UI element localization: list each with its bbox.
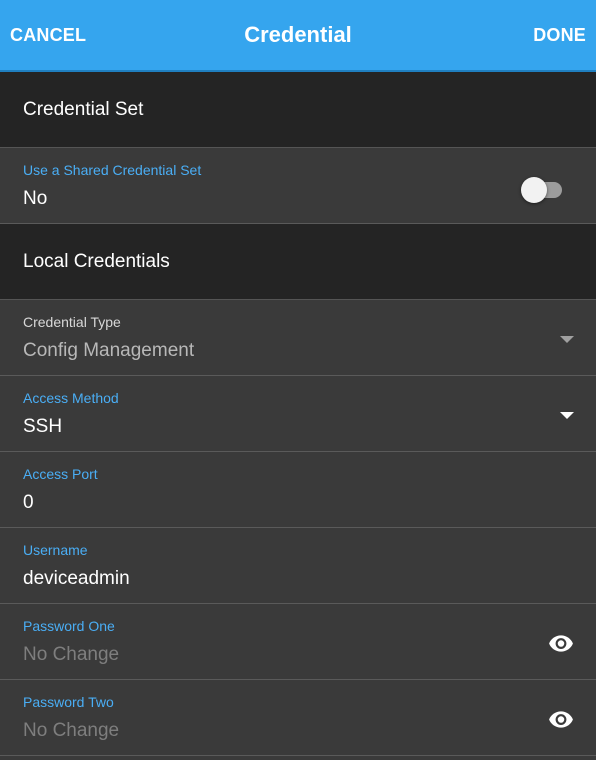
field-label: Access Port <box>23 466 98 482</box>
field-label: Password Two <box>23 694 114 710</box>
username-input[interactable]: deviceadmin <box>23 568 130 590</box>
field-value: Config Management <box>23 340 195 361</box>
access-port-input[interactable]: 0 <box>23 492 34 514</box>
username-field[interactable]: Username deviceadmin <box>0 528 596 604</box>
field-value: No <box>23 188 48 209</box>
field-label: Password One <box>23 618 115 634</box>
field-label: Credential Type <box>23 314 121 330</box>
section-title: Credential Set <box>23 98 144 120</box>
eye-icon[interactable] <box>548 706 574 732</box>
field-label: Username <box>23 542 88 558</box>
password-two-field[interactable]: Password Two <box>0 680 596 756</box>
shared-credential-set-field[interactable]: Use a Shared Credential Set No <box>0 148 596 224</box>
password-one-input[interactable] <box>23 644 503 666</box>
field-value: SSH <box>23 416 63 437</box>
section-header-credential-set: Credential Set <box>0 72 596 148</box>
eye-icon[interactable] <box>548 630 574 656</box>
section-header-local-credentials: Local Credentials <box>0 224 596 300</box>
password-one-field[interactable]: Password One <box>0 604 596 680</box>
done-button[interactable]: DONE <box>533 25 586 46</box>
access-port-field[interactable]: Access Port 0 <box>0 452 596 528</box>
page-title: Credential <box>244 22 352 47</box>
password-two-input[interactable] <box>23 720 503 742</box>
section-title: Local Credentials <box>23 250 170 272</box>
top-app-bar: CANCEL Credential DONE <box>0 0 596 72</box>
chevron-down-icon[interactable] <box>560 336 574 343</box>
toggle-knob <box>521 177 547 203</box>
credential-dialog: CANCEL Credential DONE Credential Set Us… <box>0 0 596 760</box>
access-method-select[interactable]: Access Method SSH <box>0 376 596 452</box>
shared-set-toggle[interactable] <box>521 177 562 203</box>
field-label: Use a Shared Credential Set <box>23 162 202 178</box>
chevron-down-icon[interactable] <box>560 412 574 419</box>
field-label: Access Method <box>23 390 119 406</box>
credential-type-select[interactable]: Credential Type Config Management <box>0 300 596 376</box>
cancel-button[interactable]: CANCEL <box>10 25 86 46</box>
